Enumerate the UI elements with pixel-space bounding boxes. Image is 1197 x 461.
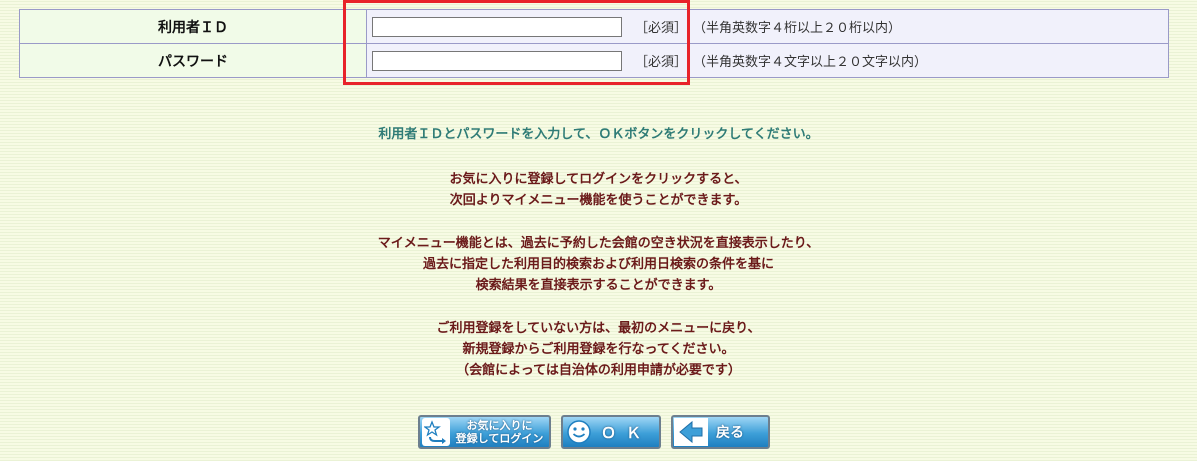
password-required-note: ［必須］ (635, 55, 688, 70)
user-id-input[interactable] (372, 16, 622, 37)
back-arrow-icon (674, 418, 708, 446)
smiley-icon (565, 418, 593, 446)
my-menu-explanation: マイメニュー機能とは、過去に予約した会館の空き状況を直接表示したり、 過去に指定… (377, 236, 820, 293)
main-instruction: 利用者ＩＤとパスワードを入力して、ＯＫボタンをクリックしてください。 (378, 127, 819, 142)
user-id-label: 利用者ＩＤ (19, 9, 367, 44)
back-button[interactable]: 戻る (671, 415, 770, 449)
ok-button[interactable]: ＯＫ (561, 415, 661, 449)
ok-label: ＯＫ (600, 423, 651, 442)
user-id-hint: （半角英数字４桁以上２０桁以内） (693, 21, 902, 36)
login-form-table: 利用者ＩＤ ［必須］ （半角英数字４桁以上２０桁以内） パスワード ［必須］ （… (19, 9, 1169, 78)
password-row: パスワード ［必須］ （半角英数字４文字以上２０文字以内） (19, 43, 1169, 78)
registration-note: ご利用登録をしていない方は、最初のメニューに戻り、 新規登録からご利用登録を行な… (436, 321, 761, 378)
user-id-row: 利用者ＩＤ ［必須］ （半角英数字４桁以上２０桁以内） (19, 9, 1169, 44)
favorite-login-label-line1: お気に入りに (466, 419, 533, 432)
password-input[interactable] (372, 50, 622, 71)
password-label: パスワード (19, 43, 367, 78)
password-hint: （半角英数字４文字以上２０文字以内） (693, 55, 928, 70)
user-id-required-note: ［必須］ (635, 21, 688, 36)
star-arrow-icon (422, 418, 450, 446)
favorite-explanation: お気に入りに登録してログインをクリックすると、 次回よりマイメニュー機能を使うこ… (449, 172, 748, 208)
favorite-login-label-line2: 登録してログイン (455, 432, 544, 445)
back-label: 戻る (716, 425, 744, 441)
favorite-login-button[interactable]: お気に入りに 登録してログイン (418, 415, 551, 449)
